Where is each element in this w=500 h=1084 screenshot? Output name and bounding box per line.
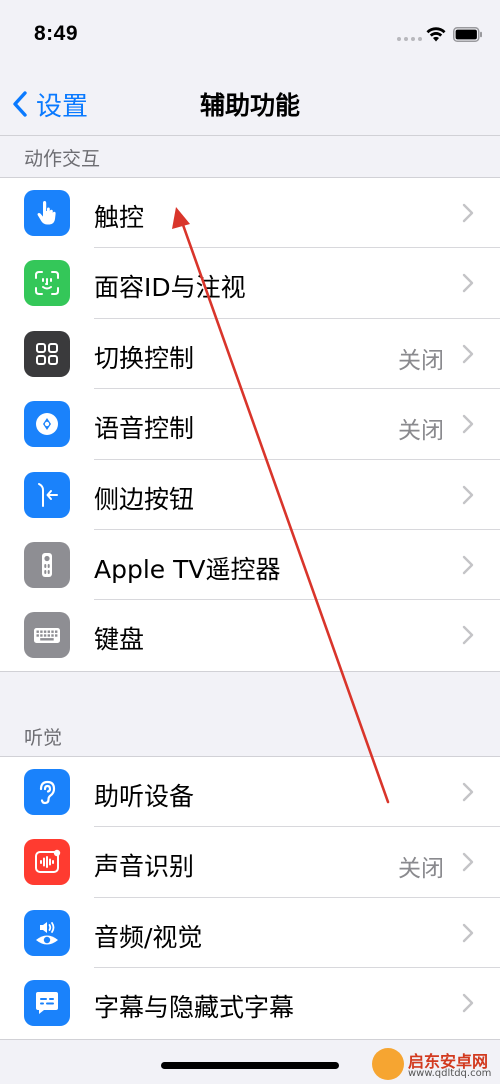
row-label: 语音控制 bbox=[94, 414, 195, 444]
row-hearing-devices[interactable]: 助听设备 bbox=[0, 757, 500, 828]
row-face-id[interactable]: 面容ID与注视 bbox=[0, 248, 500, 319]
grid-squares-icon bbox=[24, 330, 70, 377]
hand-pointer-icon bbox=[24, 190, 70, 236]
page-title: 辅助功能 bbox=[199, 91, 300, 120]
chevron-right-icon bbox=[462, 782, 474, 802]
caption-bubble-icon bbox=[24, 980, 70, 1027]
chevron-right-icon bbox=[462, 626, 474, 645]
row-label: 触控 bbox=[94, 203, 145, 232]
tv-remote-icon bbox=[24, 541, 70, 588]
chevron-right-icon bbox=[462, 993, 474, 1013]
row-subtitles-captions[interactable]: 字幕与隐藏式字幕 bbox=[0, 968, 500, 1038]
speaker-eye-icon bbox=[24, 909, 70, 956]
wifi-icon bbox=[426, 27, 446, 42]
status-time: 8:49 bbox=[34, 22, 79, 45]
chevron-right-icon bbox=[462, 923, 474, 942]
row-label: 切换控制 bbox=[94, 343, 195, 373]
watermark-logo-icon bbox=[372, 1048, 404, 1080]
watermark: 启东安卓网 www.qdltdq.com bbox=[372, 1046, 496, 1082]
section-header-hearing: 听觉 bbox=[24, 727, 63, 749]
navigation-bar: 设置 辅助功能 bbox=[0, 72, 500, 136]
home-indicator bbox=[161, 1062, 339, 1069]
chevron-right-icon bbox=[462, 414, 474, 434]
row-label: 字幕与隐藏式字幕 bbox=[94, 993, 295, 1023]
chevron-right-icon bbox=[462, 274, 474, 293]
row-label: 面容ID与注视 bbox=[94, 273, 246, 303]
chevron-right-icon bbox=[462, 203, 474, 223]
row-value: 关闭 bbox=[398, 418, 444, 445]
watermark-url: www.qdltdq.com bbox=[408, 1068, 492, 1079]
row-keyboard[interactable]: 键盘 bbox=[0, 600, 500, 670]
cellular-signal-icon bbox=[397, 37, 422, 41]
status-bar: 8:49 bbox=[0, 0, 500, 72]
section-header-interaction: 动作交互 bbox=[24, 148, 101, 170]
row-voice-control[interactable]: 语音控制 关闭 bbox=[0, 389, 500, 460]
row-label: 键盘 bbox=[94, 625, 145, 655]
settings-group-interaction: 触控 面容ID与注视 切换控制 关闭 语音控制 关闭 侧边按钮 Apple TV… bbox=[0, 177, 500, 672]
chevron-right-icon bbox=[462, 555, 474, 575]
row-label: 侧边按钮 bbox=[94, 484, 195, 514]
row-audio-visual[interactable]: 音频/视觉 bbox=[0, 898, 500, 969]
row-value: 关闭 bbox=[398, 347, 444, 374]
keyboard-icon bbox=[24, 612, 70, 659]
row-sound-recognition[interactable]: 声音识别 关闭 bbox=[0, 827, 500, 898]
sound-recognition-icon bbox=[24, 839, 70, 886]
face-id-icon bbox=[24, 260, 70, 307]
ear-icon bbox=[24, 769, 70, 815]
chevron-right-icon bbox=[462, 485, 474, 504]
battery-icon bbox=[453, 27, 482, 42]
row-touch[interactable]: 触控 bbox=[0, 178, 500, 249]
row-value: 关闭 bbox=[398, 856, 444, 883]
row-apple-tv-remote[interactable]: Apple TV遥控器 bbox=[0, 530, 500, 601]
row-switch-control[interactable]: 切换控制 关闭 bbox=[0, 319, 500, 390]
row-label: 音频/视觉 bbox=[94, 922, 203, 952]
settings-group-hearing: 助听设备 声音识别 关闭 音频/视觉 字幕与隐藏式字幕 bbox=[0, 756, 500, 1040]
voice-control-icon bbox=[24, 401, 70, 448]
row-side-button[interactable]: 侧边按钮 bbox=[0, 460, 500, 530]
row-label: Apple TV遥控器 bbox=[94, 554, 281, 584]
chevron-right-icon bbox=[462, 853, 474, 872]
row-label: 助听设备 bbox=[94, 782, 195, 811]
chevron-right-icon bbox=[462, 344, 474, 363]
row-label: 声音识别 bbox=[94, 852, 195, 882]
side-button-icon bbox=[24, 471, 70, 518]
